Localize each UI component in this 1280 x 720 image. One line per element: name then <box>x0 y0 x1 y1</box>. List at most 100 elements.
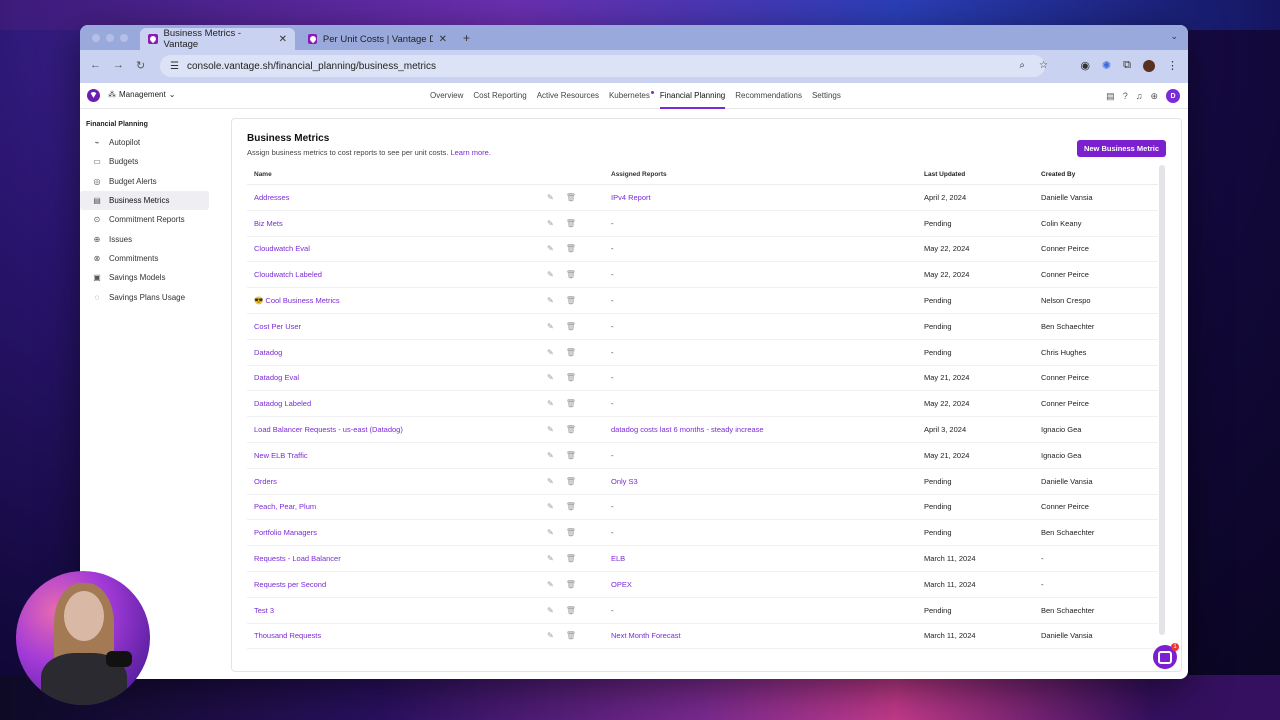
delete-trash-icon[interactable]: 🗑 <box>566 502 576 511</box>
delete-trash-icon[interactable]: 🗑 <box>566 399 576 408</box>
metric-name-link[interactable]: Requests per Second <box>247 580 547 589</box>
edit-pencil-icon[interactable]: ✎ <box>547 193 554 202</box>
metric-name-link[interactable]: Cloudwatch Eval <box>247 244 547 253</box>
table-row[interactable]: Orders ✎ 🗑 Only S3 Pending Danielle Vansia <box>247 469 1158 495</box>
sidebar-item-savings-plans-usage[interactable]: ◌ Savings Plans Usage <box>80 287 209 306</box>
add-icon[interactable]: ⊕ <box>1150 91 1158 102</box>
metric-name-link[interactable]: Biz Mets <box>247 219 547 228</box>
delete-trash-icon[interactable]: 🗑 <box>566 451 576 460</box>
table-row[interactable]: Peach, Pear, Plum ✎ 🗑 - Pending Conner Peirce <box>247 495 1158 521</box>
sidebar-item-commitment-reports[interactable]: ⊙ Commitment Reports <box>80 210 209 229</box>
metric-name-link[interactable]: 😎 Cool Business Metrics <box>247 296 547 305</box>
metric-name-link[interactable]: Requests - Load Balancer <box>247 554 547 563</box>
edit-pencil-icon[interactable]: ✎ <box>547 322 554 331</box>
metric-name-link[interactable]: Orders <box>247 477 547 486</box>
chat-support-button[interactable]: 1 <box>1153 643 1179 669</box>
table-row[interactable]: 😎 Cool Business Metrics ✎ 🗑 - Pending Nelson … <box>247 288 1158 314</box>
delete-trash-icon[interactable]: 🗑 <box>566 348 576 357</box>
sidebar-item-savings-models[interactable]: ▣ Savings Models <box>80 268 209 287</box>
delete-trash-icon[interactable]: 🗑 <box>566 425 576 434</box>
metric-name-link[interactable]: Addresses <box>247 193 547 202</box>
learn-more-link[interactable]: Learn more. <box>450 148 490 157</box>
edit-pencil-icon[interactable]: ✎ <box>547 348 554 357</box>
delete-trash-icon[interactable]: 🗑 <box>566 631 576 640</box>
table-row[interactable]: Addresses ✎ 🗑 IPv4 Report April 2, 2024 Danie… <box>247 185 1158 211</box>
table-row[interactable]: Cloudwatch Eval ✎ 🗑 - May 22, 2024 Conner Pei… <box>247 237 1158 263</box>
kebab-menu-icon[interactable]: ⋮ <box>1167 59 1178 72</box>
metric-name-link[interactable]: Datadog <box>247 348 547 357</box>
profile-avatar[interactable] <box>1143 59 1155 72</box>
sidebar-item-budget-alerts[interactable]: ◎ Budget Alerts <box>80 172 209 191</box>
col-updated[interactable]: Last Updated <box>924 171 1041 178</box>
edit-pencil-icon[interactable]: ✎ <box>547 425 554 434</box>
assigned-report[interactable]: datadog costs last 6 months - steady inc… <box>611 425 924 434</box>
workspace-switcher[interactable]: ⁂ Management ⌄ <box>108 90 175 99</box>
table-row[interactable]: Thousand Requests ✎ 🗑 Next Month Forecast Ma… <box>247 624 1158 650</box>
assigned-report[interactable]: ELB <box>611 554 924 563</box>
tab-per-unit-costs[interactable]: Per Unit Costs | Vantage Doc ✕ <box>300 28 455 50</box>
metric-name-link[interactable]: Load Balancer Requests - us-east (Datado… <box>247 425 547 434</box>
table-row[interactable]: Cost Per User ✎ 🗑 - Pending Ben Schaechter <box>247 314 1158 340</box>
zoom-icon[interactable]: ⌕ <box>1019 60 1025 71</box>
new-tab-icon[interactable]: + <box>463 31 470 45</box>
edit-pencil-icon[interactable]: ✎ <box>547 219 554 228</box>
close-tab-icon[interactable]: ✕ <box>279 34 287 45</box>
delete-trash-icon[interactable]: 🗑 <box>566 554 576 563</box>
sidebar-item-budgets[interactable]: ▭ Budgets <box>80 152 209 171</box>
table-row[interactable]: Requests per Second ✎ 🗑 OPEX March 11, 2024- <box>247 572 1158 598</box>
edit-pencil-icon[interactable]: ✎ <box>547 270 554 279</box>
extension-gear-icon[interactable]: ✺ <box>1102 59 1111 72</box>
edit-pencil-icon[interactable]: ✎ <box>547 451 554 460</box>
edit-pencil-icon[interactable]: ✎ <box>547 399 554 408</box>
delete-trash-icon[interactable]: 🗑 <box>566 477 576 486</box>
nav-active-resources[interactable]: Active Resources <box>537 83 599 109</box>
nav-recommendations[interactable]: Recommendations <box>735 83 802 109</box>
edit-pencil-icon[interactable]: ✎ <box>547 477 554 486</box>
vantage-logo-icon[interactable] <box>87 89 100 102</box>
col-created-by[interactable]: Created By <box>1041 171 1158 178</box>
back-icon[interactable]: ← <box>90 59 101 71</box>
table-row[interactable]: New ELB Traffic ✎ 🗑 - May 21, 2024 Ignacio Ge… <box>247 443 1158 469</box>
nav-settings[interactable]: Settings <box>812 83 841 109</box>
reload-icon[interactable]: ↻ <box>136 59 145 72</box>
edit-pencil-icon[interactable]: ✎ <box>547 502 554 511</box>
sidebar-item-commitments[interactable]: ⊗ Commitments <box>80 249 209 268</box>
delete-trash-icon[interactable]: 🗑 <box>566 296 576 305</box>
nav-overview[interactable]: Overview <box>430 83 463 109</box>
close-tab-icon[interactable]: ✕ <box>439 34 447 45</box>
edit-pencil-icon[interactable]: ✎ <box>547 606 554 615</box>
tab-list-icon[interactable]: ⌄ <box>1170 31 1178 42</box>
metric-name-link[interactable]: Thousand Requests <box>247 631 547 640</box>
metric-name-link[interactable]: Portfolio Managers <box>247 528 547 537</box>
delete-trash-icon[interactable]: 🗑 <box>566 270 576 279</box>
puzzle-icon[interactable]: ⧉ <box>1123 59 1131 72</box>
table-row[interactable]: Portfolio Managers ✎ 🗑 - Pending Ben Schaecht… <box>247 520 1158 547</box>
table-row[interactable]: Datadog ✎ 🗑 - Pending Chris Hughes <box>247 340 1158 366</box>
edit-pencil-icon[interactable]: ✎ <box>547 631 554 640</box>
col-name[interactable]: Name <box>247 171 547 178</box>
assigned-report[interactable]: IPv4 Report <box>611 193 924 202</box>
table-row[interactable]: Requests - Load Balancer ✎ 🗑 ELB March 11, 2… <box>247 546 1158 572</box>
metric-name-link[interactable]: New ELB Traffic <box>247 451 547 460</box>
metric-name-link[interactable]: Cloudwatch Labeled <box>247 270 547 279</box>
nav-kubernetes[interactable]: Kubernetes <box>609 83 654 109</box>
delete-trash-icon[interactable]: 🗑 <box>566 244 576 253</box>
extension-icon[interactable]: ◉ <box>1080 59 1090 72</box>
edit-pencil-icon[interactable]: ✎ <box>547 296 554 305</box>
delete-trash-icon[interactable]: 🗑 <box>566 219 576 228</box>
notifications-bell-icon[interactable]: ♫ <box>1136 91 1143 101</box>
assigned-report[interactable]: Next Month Forecast <box>611 631 924 640</box>
edit-pencil-icon[interactable]: ✎ <box>547 244 554 253</box>
address-bar[interactable]: ☰ console.vantage.sh/financial_planning/… <box>160 55 1045 77</box>
delete-trash-icon[interactable]: 🗑 <box>566 580 576 589</box>
tab-business-metrics[interactable]: Business Metrics - Vantage ✕ <box>140 28 295 50</box>
user-avatar[interactable]: D <box>1166 89 1180 103</box>
edit-pencil-icon[interactable]: ✎ <box>547 373 554 382</box>
sidebar-item-issues[interactable]: ⊕ Issues <box>80 229 209 248</box>
table-row[interactable]: Datadog Eval ✎ 🗑 - May 21, 2024 Conner Peirce <box>247 366 1158 392</box>
nav-financial-planning[interactable]: Financial Planning <box>659 83 726 109</box>
forward-icon[interactable]: → <box>113 59 124 71</box>
sidebar-item-business-metrics[interactable]: ▤ Business Metrics <box>80 190 209 211</box>
table-row[interactable]: Cloudwatch Labeled ✎ 🗑 - May 22, 2024 Conner … <box>247 262 1158 289</box>
delete-trash-icon[interactable]: 🗑 <box>566 606 576 615</box>
